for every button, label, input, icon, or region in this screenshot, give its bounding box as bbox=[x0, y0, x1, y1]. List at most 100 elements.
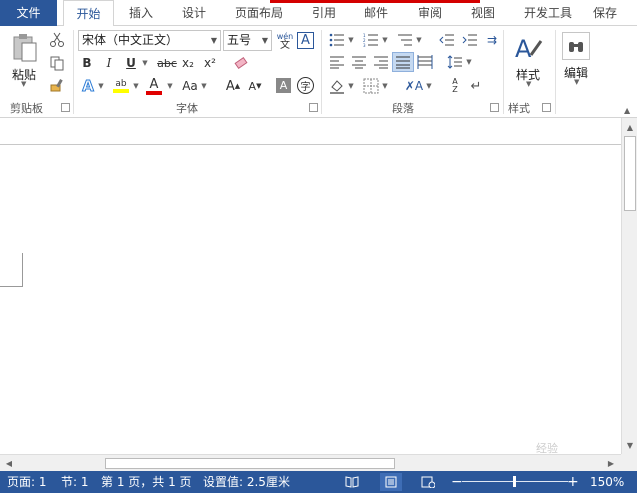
status-page[interactable]: 页面: 1 bbox=[7, 471, 47, 493]
styles-dropdown-icon[interactable]: ▼ bbox=[526, 80, 531, 88]
shading-dropdown-icon[interactable]: ▼ bbox=[347, 79, 355, 93]
collapse-ribbon-icon[interactable]: ▲ bbox=[624, 106, 630, 115]
phonetic-guide-icon[interactable]: wén 文 bbox=[276, 30, 294, 51]
print-layout-icon[interactable] bbox=[380, 473, 402, 491]
horizontal-scroll-thumb[interactable] bbox=[105, 458, 395, 469]
font-launcher-icon[interactable] bbox=[309, 103, 318, 112]
align-right-icon[interactable] bbox=[372, 54, 390, 70]
text-effects-icon[interactable]: A bbox=[80, 77, 96, 96]
enclosed-character-icon[interactable]: 字 bbox=[297, 77, 314, 94]
increase-indent-icon[interactable] bbox=[461, 32, 479, 48]
borders-icon[interactable] bbox=[362, 77, 380, 95]
tab-mailings[interactable]: 邮件 bbox=[355, 0, 397, 26]
font-color-dropdown-icon[interactable]: ▼ bbox=[166, 79, 174, 93]
align-center-icon[interactable] bbox=[350, 54, 368, 70]
scroll-down-icon[interactable]: ▼ bbox=[623, 438, 637, 453]
italic-button[interactable]: I bbox=[102, 54, 116, 72]
clipboard-launcher-icon[interactable] bbox=[61, 103, 70, 112]
scroll-right-icon[interactable]: ▶ bbox=[604, 456, 618, 471]
bullets-dropdown-icon[interactable]: ▼ bbox=[347, 34, 355, 46]
bold-button[interactable]: B bbox=[80, 54, 94, 72]
tab-review[interactable]: 审阅 bbox=[409, 0, 451, 26]
horizontal-scrollbar[interactable]: ◀ ▶ bbox=[0, 454, 621, 471]
font-color-icon[interactable]: A bbox=[145, 76, 163, 96]
styles-launcher-icon[interactable] bbox=[542, 103, 551, 112]
decrease-indent-icon[interactable] bbox=[438, 32, 456, 48]
group-separator bbox=[503, 30, 504, 114]
asian-layout-dropdown-icon[interactable]: ▼ bbox=[425, 79, 433, 93]
enclose-characters-icon[interactable]: A bbox=[297, 32, 314, 49]
styles-icon[interactable]: A bbox=[512, 32, 544, 64]
document-canvas[interactable] bbox=[0, 118, 621, 454]
borders-dropdown-icon[interactable]: ▼ bbox=[381, 79, 389, 93]
highlight-dropdown-icon[interactable]: ▼ bbox=[132, 79, 140, 93]
paste-icon[interactable] bbox=[10, 32, 40, 64]
tab-file[interactable]: 文件 bbox=[0, 0, 57, 26]
copy-icon[interactable] bbox=[48, 54, 66, 72]
text-effects-dropdown-icon[interactable]: ▼ bbox=[97, 79, 105, 93]
group-separator bbox=[555, 30, 556, 114]
strikethrough-button[interactable]: abc bbox=[156, 54, 178, 72]
multilevel-dropdown-icon[interactable]: ▼ bbox=[415, 34, 423, 46]
zoom-slider-thumb[interactable] bbox=[513, 476, 516, 487]
paragraph-launcher-icon[interactable] bbox=[490, 103, 499, 112]
distributed-icon[interactable] bbox=[416, 54, 434, 70]
grow-font-icon[interactable]: A ▲ bbox=[224, 77, 242, 95]
align-left-icon[interactable] bbox=[328, 54, 346, 70]
underline-button[interactable]: U bbox=[124, 54, 138, 72]
tab-home[interactable]: 开始 bbox=[63, 0, 114, 27]
clear-formatting-icon[interactable] bbox=[232, 54, 250, 72]
zoom-level[interactable]: 150% bbox=[590, 471, 624, 493]
zoom-out-icon[interactable]: − bbox=[451, 471, 463, 493]
change-case-button[interactable]: Aa bbox=[180, 77, 200, 95]
subscript-button[interactable]: x₂ bbox=[180, 54, 196, 72]
shrink-font-icon[interactable]: A ▼ bbox=[246, 77, 264, 95]
format-painter-icon[interactable] bbox=[48, 76, 66, 94]
numbering-icon[interactable]: 123 bbox=[362, 32, 380, 48]
numbering-dropdown-icon[interactable]: ▼ bbox=[381, 34, 389, 46]
chinese-layout-icon[interactable]: ⇉ bbox=[484, 32, 500, 48]
read-mode-icon[interactable] bbox=[341, 473, 363, 491]
zoom-in-icon[interactable]: + bbox=[567, 471, 579, 493]
tab-developer[interactable]: 开发工具 bbox=[516, 0, 580, 26]
status-page-count[interactable]: 第 1 页，共 1 页 bbox=[101, 471, 192, 493]
scroll-up-icon[interactable]: ▲ bbox=[623, 120, 637, 135]
tab-view[interactable]: 视图 bbox=[462, 0, 504, 26]
bullets-icon[interactable] bbox=[328, 32, 346, 48]
web-layout-icon[interactable] bbox=[417, 473, 439, 491]
styles-group-label: 样式 bbox=[508, 102, 530, 115]
tab-insert[interactable]: 插入 bbox=[118, 0, 164, 26]
superscript-button[interactable]: x² bbox=[202, 54, 218, 72]
tab-save[interactable]: 保存 bbox=[593, 0, 637, 26]
line-spacing-dropdown-icon[interactable]: ▼ bbox=[465, 56, 473, 68]
character-shading-icon[interactable]: A bbox=[276, 78, 291, 93]
status-setting[interactable]: 设置值: 2.5厘米 bbox=[203, 471, 290, 493]
sort-icon[interactable]: AZ bbox=[446, 76, 464, 96]
tab-design[interactable]: 设计 bbox=[171, 0, 217, 26]
line-spacing-icon[interactable] bbox=[446, 54, 464, 70]
cut-icon[interactable] bbox=[48, 31, 66, 49]
editing-dropdown-icon[interactable]: ▼ bbox=[574, 78, 579, 86]
tab-references[interactable]: 引用 bbox=[303, 0, 345, 26]
font-size-combo[interactable]: 五号 ▼ bbox=[223, 30, 272, 51]
tab-layout[interactable]: 页面布局 bbox=[228, 0, 290, 26]
paste-dropdown-arrow[interactable]: ▼ bbox=[21, 80, 26, 88]
font-name-combo[interactable]: 宋体（中文正文） ▼ bbox=[78, 30, 221, 51]
page-top-edge bbox=[0, 144, 621, 145]
shading-icon[interactable] bbox=[328, 77, 346, 95]
underline-dropdown-icon[interactable]: ▼ bbox=[140, 56, 150, 70]
scrollbar-corner bbox=[621, 454, 637, 471]
scroll-left-icon[interactable]: ◀ bbox=[2, 456, 16, 471]
svg-text:A: A bbox=[515, 35, 532, 63]
vertical-scroll-thumb[interactable] bbox=[624, 136, 636, 211]
binoculars-icon[interactable] bbox=[562, 32, 590, 60]
change-case-dropdown-icon[interactable]: ▼ bbox=[200, 79, 208, 93]
status-section[interactable]: 节: 1 bbox=[61, 471, 89, 493]
ribbon: 粘贴 ▼ 剪贴板 宋体（中文正文） ▼ 五号 ▼ wén 文 A B I U ▼… bbox=[0, 26, 637, 118]
multilevel-list-icon[interactable] bbox=[396, 32, 414, 48]
vertical-scrollbar[interactable]: ▲ ▼ bbox=[621, 118, 637, 454]
show-marks-icon[interactable]: ↵ bbox=[468, 78, 484, 94]
justify-icon[interactable] bbox=[392, 52, 414, 72]
highlight-icon[interactable]: ab bbox=[111, 76, 131, 96]
asian-layout-icon[interactable]: ✗A bbox=[404, 77, 424, 95]
